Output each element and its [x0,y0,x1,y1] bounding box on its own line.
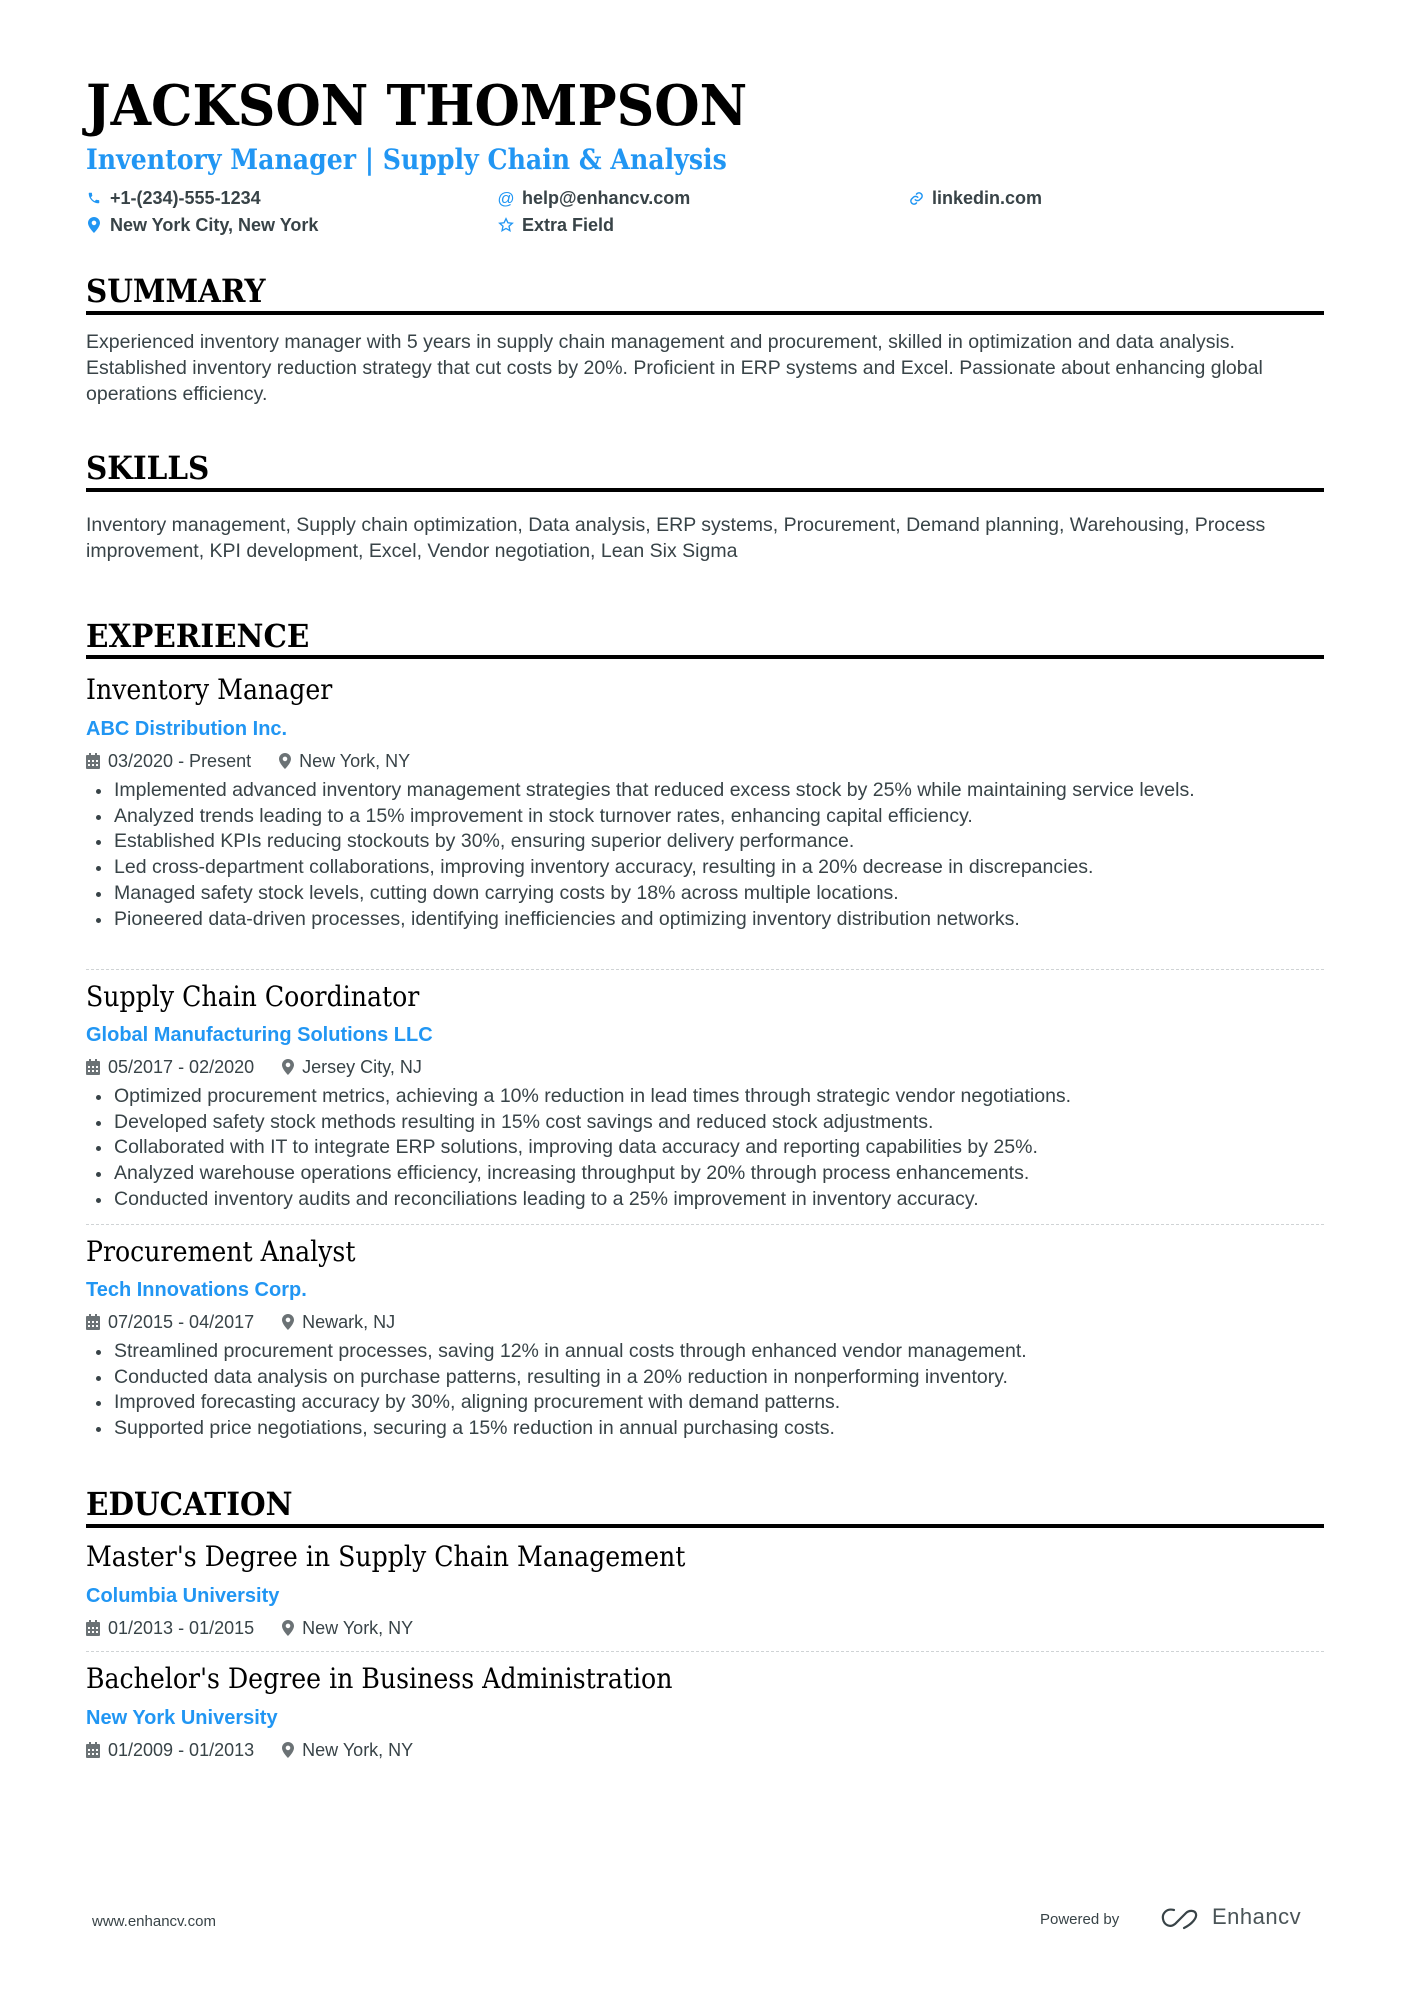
skills-heading: SKILLS [86,449,210,487]
extra-text: Extra Field [522,215,615,235]
contact-email[interactable]: @ help@enhancv.com [497,188,691,208]
experience-divider [86,655,1324,659]
bullet-item: Established KPIs reducing stockouts by 3… [86,829,1324,855]
degree-title: Master's Degree in Supply Chain Manageme… [86,1540,686,1573]
education-dates: 01/2013 - 01/2015 [108,1618,255,1638]
map-pin-icon [282,1059,295,1075]
degree-title: Bachelor's Degree in Business Administra… [86,1662,673,1695]
phone-text: +1-(234)-555-1234 [110,188,261,208]
map-pin-icon [282,1620,295,1636]
calendar-icon [86,1314,100,1330]
contact-phone[interactable]: +1-(234)-555-1234 [86,189,261,207]
job-dates: 07/2015 - 04/2017 [108,1312,255,1332]
job-bullets: Streamlined procurement processes, savin… [86,1339,1324,1442]
bullet-item: Analyzed warehouse operations efficiency… [86,1161,1324,1187]
bullet-item: Analyzed trends leading to a 15% improve… [86,804,1324,830]
location-text: New York City, New York [110,215,319,235]
school-name[interactable]: Columbia University [86,1586,279,1606]
bullet-item: Streamlined procurement processes, savin… [86,1339,1324,1365]
job-divider [86,969,1324,970]
job-title: Inventory Manager [86,673,333,706]
job-bullets: Implemented advanced inventory managemen… [86,778,1324,932]
calendar-icon [86,1059,100,1075]
education-location: New York, NY [302,1618,414,1638]
footer-url[interactable]: www.enhancv.com [92,1914,216,1929]
bullet-item: Conducted inventory audits and reconcili… [86,1187,1324,1213]
link-icon [908,189,924,207]
summary-heading: SUMMARY [86,272,266,310]
bullet-item: Supported price negotiations, securing a… [86,1416,1324,1442]
job-dates: 03/2020 - Present [108,751,252,771]
education-meta: 01/2013 - 01/2015 New York, NY [86,1619,413,1637]
calendar-icon [86,1742,100,1758]
bullet-item: Collaborated with IT to integrate ERP so… [86,1135,1324,1161]
bullet-item: Implemented advanced inventory managemen… [86,778,1324,804]
job-meta: 03/2020 - Present New York, NY [86,752,410,770]
bullet-item: Conducted data analysis on purchase patt… [86,1365,1324,1391]
map-pin-icon [282,1742,295,1758]
star-icon [498,216,514,234]
map-pin-icon [279,753,292,769]
experience-heading: EXPERIENCE [86,617,310,655]
job-location: New York, NY [299,751,411,771]
summary-divider [86,311,1324,315]
job-bullets: Optimized procurement metrics, achieving… [86,1084,1324,1213]
job-meta: 05/2017 - 02/2020 Jersey City, NJ [86,1058,422,1076]
bullet-item: Pioneered data-driven processes, identif… [86,907,1324,933]
bullet-item: Managed safety stock levels, cutting dow… [86,881,1324,907]
contact-linkedin[interactable]: linkedin.com [908,189,1042,207]
school-name[interactable]: New York University [86,1708,278,1728]
job-company[interactable]: Tech Innovations Corp. [86,1280,307,1300]
contact-extra: Extra Field [498,216,614,234]
bullet-item: Optimized procurement metrics, achieving… [86,1084,1324,1110]
education-divider-dashed [86,1651,1324,1652]
footer-powered-by: Powered by [1040,1911,1120,1928]
skills-divider [86,488,1324,492]
email-text: help@enhancv.com [522,188,691,208]
candidate-title: Inventory Manager | Supply Chain & Analy… [86,143,727,176]
contact-location: New York City, New York [86,216,318,234]
education-location: New York, NY [302,1740,414,1760]
job-meta: 07/2015 - 04/2017 Newark, NJ [86,1313,395,1331]
phone-icon [86,189,102,207]
map-pin-icon [86,216,102,234]
calendar-icon [86,753,100,769]
job-location: Jersey City, NJ [302,1057,422,1077]
bullet-item: Improved forecasting accuracy by 30%, al… [86,1390,1324,1416]
enhancv-logo-icon [1161,1908,1198,1930]
job-dates: 05/2017 - 02/2020 [108,1057,255,1077]
calendar-icon [86,1620,100,1636]
job-company[interactable]: ABC Distribution Inc. [86,719,287,739]
education-heading: EDUCATION [86,1485,293,1523]
bullet-item: Led cross-department collaborations, imp… [86,855,1324,881]
bullet-item: Developed safety stock methods resulting… [86,1110,1324,1136]
footer-brand[interactable]: Enhancv [1212,1906,1301,1928]
job-location: Newark, NJ [302,1312,396,1332]
job-company[interactable]: Global Manufacturing Solutions LLC [86,1025,433,1045]
education-dates: 01/2009 - 01/2013 [108,1740,255,1760]
education-divider [86,1524,1324,1528]
job-divider [86,1224,1324,1225]
skills-text: Inventory management, Supply chain optim… [86,514,1266,562]
education-meta: 01/2009 - 01/2013 New York, NY [86,1741,413,1759]
summary-text: Experienced inventory manager with 5 yea… [86,331,1263,405]
map-pin-icon [282,1314,295,1330]
at-icon: @ [497,188,515,208]
linkedin-text: linkedin.com [932,188,1043,208]
job-title: Procurement Analyst [86,1235,356,1268]
candidate-name: JACKSON THOMPSON [86,73,748,139]
job-title: Supply Chain Coordinator [86,980,420,1013]
